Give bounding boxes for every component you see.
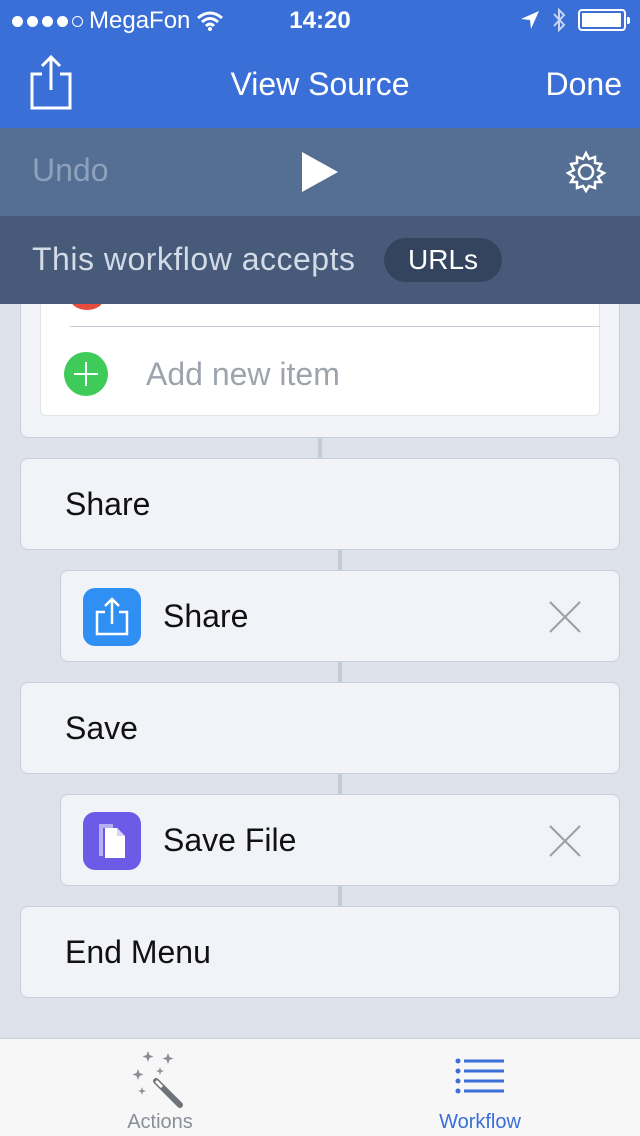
add-item-label[interactable]: Add new item: [146, 356, 340, 393]
connector: [338, 774, 342, 794]
list-divider: [70, 326, 600, 327]
accepted-type-badge[interactable]: URLs: [384, 238, 503, 282]
menu-item-share[interactable]: Share: [20, 458, 620, 550]
connector: [318, 438, 322, 458]
share-action-icon: [83, 588, 141, 646]
editor-toolbar: Undo: [0, 128, 640, 216]
end-menu-block[interactable]: End Menu: [20, 906, 620, 998]
tab-bar: Actions Workflow: [0, 1038, 640, 1136]
menu-item-save[interactable]: Save: [20, 682, 620, 774]
close-icon[interactable]: [547, 823, 583, 859]
connector: [338, 550, 342, 570]
accepts-bar: This workflow accepts URLs: [0, 216, 640, 304]
done-button[interactable]: Done: [546, 66, 623, 103]
close-icon[interactable]: [547, 599, 583, 635]
tab-actions[interactable]: Actions: [0, 1039, 320, 1136]
page-title: View Source: [230, 66, 410, 102]
menu-item-title: Save: [65, 710, 138, 746]
connector: [338, 886, 342, 906]
accepts-label: This workflow accepts: [32, 241, 356, 277]
menu-item-title: Share: [65, 486, 151, 522]
tab-label: Actions: [127, 1111, 193, 1133]
status-bar: MegaFon 14:20: [0, 0, 640, 40]
top-bar: MegaFon 14:20 View Source Done: [0, 0, 640, 128]
tab-workflow[interactable]: Workflow: [320, 1039, 640, 1136]
tab-label: Workflow: [439, 1111, 521, 1133]
undo-button[interactable]: Undo: [32, 152, 109, 189]
bluetooth-icon: [553, 8, 566, 32]
play-icon[interactable]: [300, 150, 340, 194]
file-action-icon: [83, 812, 141, 870]
gear-icon[interactable]: [564, 150, 608, 194]
connector: [338, 662, 342, 682]
battery-icon: [578, 9, 630, 31]
magic-wand-icon: [132, 1051, 183, 1108]
action-label: Save File: [163, 822, 297, 858]
action-label: Share: [163, 598, 249, 634]
list-icon: [455, 1058, 504, 1094]
workflow-canvas: Add new item Share Share Save Save File …: [0, 304, 640, 1038]
action-save-file[interactable]: Save File: [60, 794, 620, 886]
add-item-button[interactable]: [64, 352, 108, 396]
end-menu-title: End Menu: [65, 934, 211, 970]
location-arrow-icon: [521, 11, 539, 29]
navigation-bar: View Source Done: [0, 40, 640, 128]
action-share[interactable]: Share: [60, 570, 620, 662]
